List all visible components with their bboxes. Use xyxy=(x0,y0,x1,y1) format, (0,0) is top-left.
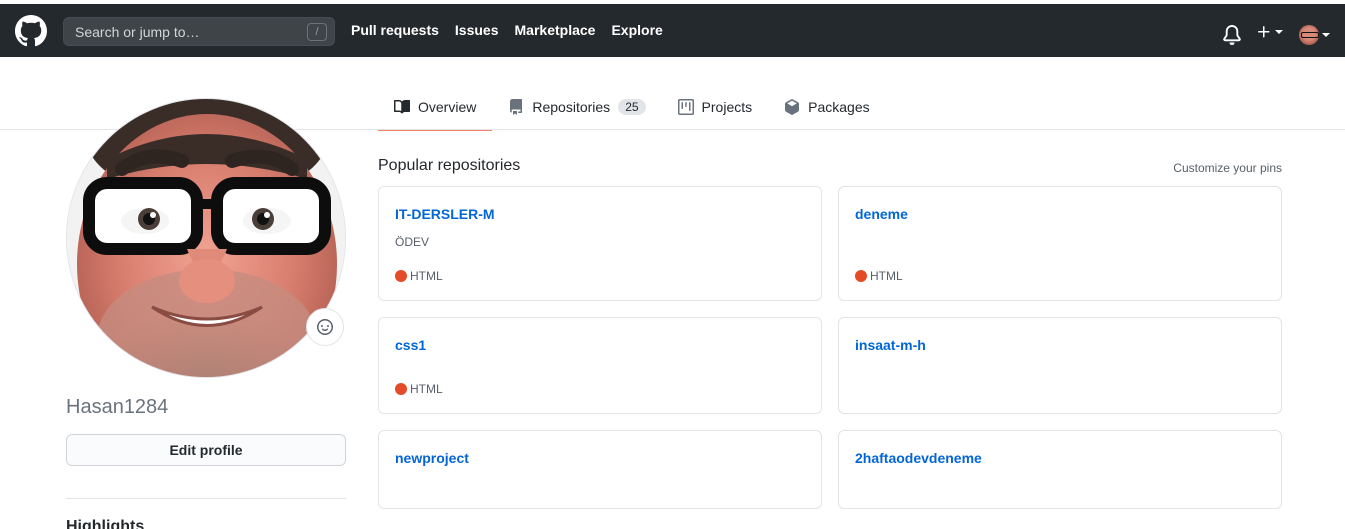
tab-label: Repositories xyxy=(532,99,611,115)
repo-description: ÖDEV xyxy=(395,235,430,249)
create-new-dropdown[interactable] xyxy=(1256,24,1283,40)
project-icon xyxy=(677,99,694,115)
pinned-repo-card: IT-DERSLER-M ÖDEV HTML xyxy=(378,186,822,301)
user-menu-dropdown[interactable] xyxy=(1299,25,1330,45)
tab-label: Projects xyxy=(701,99,753,115)
popular-repositories-title: Popular repositories xyxy=(378,157,521,174)
avatar xyxy=(1299,25,1319,45)
nav-issues[interactable]: Issues xyxy=(455,22,499,38)
tab-projects[interactable]: Projects xyxy=(662,84,769,130)
repo-link[interactable]: deneme xyxy=(855,206,908,222)
language-color-dot xyxy=(395,383,407,395)
edit-profile-button[interactable]: Edit profile xyxy=(66,434,346,466)
global-header: / Pull requests Issues Marketplace Explo… xyxy=(0,4,1345,57)
tab-repositories[interactable]: Repositories 25 xyxy=(492,84,661,130)
repo-link[interactable]: newproject xyxy=(395,450,469,466)
language-color-dot xyxy=(395,270,407,282)
repo-link[interactable]: 2haftaodevdeneme xyxy=(855,450,982,466)
set-status-button[interactable] xyxy=(306,308,344,346)
nav-explore[interactable]: Explore xyxy=(611,22,662,38)
repo-icon xyxy=(510,99,523,115)
book-icon xyxy=(394,99,410,114)
language-label: HTML xyxy=(870,269,903,283)
search-box[interactable]: / xyxy=(63,17,335,46)
profile-username: Hasan1284 xyxy=(66,396,169,418)
repo-link[interactable]: insaat-m-h xyxy=(855,337,926,353)
pinned-repo-card: insaat-m-h xyxy=(838,317,1282,414)
pinned-repo-card: 2haftaodevdeneme xyxy=(838,430,1282,509)
highlights-heading: Highlights xyxy=(66,518,145,529)
search-shortcut-badge: / xyxy=(307,23,327,41)
language-label: HTML xyxy=(410,269,443,283)
repo-language: HTML xyxy=(855,269,903,283)
nav-marketplace[interactable]: Marketplace xyxy=(515,22,596,38)
github-logo-icon[interactable] xyxy=(15,15,47,47)
package-icon xyxy=(785,99,800,115)
chevron-down-icon xyxy=(1322,33,1330,37)
repository-count-badge: 25 xyxy=(618,99,646,115)
profile-avatar[interactable] xyxy=(66,98,346,378)
pinned-repo-card: css1 HTML xyxy=(378,317,822,414)
pinned-repo-card: deneme HTML xyxy=(838,186,1282,301)
sidebar-divider xyxy=(66,498,346,499)
header-nav: Pull requests Issues Marketplace Explore xyxy=(351,22,663,38)
avatar-image xyxy=(67,99,345,377)
pinned-repo-card: newproject xyxy=(378,430,822,509)
language-color-dot xyxy=(855,270,867,282)
profile-tabs: Overview Repositories 25 Projects Packag… xyxy=(378,84,886,131)
notification-bell-icon[interactable] xyxy=(1222,25,1242,45)
smiley-icon xyxy=(317,319,333,335)
customize-pins-link[interactable]: Customize your pins xyxy=(1173,161,1282,175)
chevron-down-icon xyxy=(1275,30,1283,34)
tab-packages[interactable]: Packages xyxy=(768,84,885,130)
language-label: HTML xyxy=(410,382,443,396)
repo-link[interactable]: css1 xyxy=(395,337,426,353)
search-input[interactable] xyxy=(64,18,334,45)
plus-icon xyxy=(1258,26,1270,38)
tab-label: Packages xyxy=(808,99,870,115)
repo-language: HTML xyxy=(395,382,443,396)
repo-link[interactable]: IT-DERSLER-M xyxy=(395,206,495,222)
repo-language: HTML xyxy=(395,269,443,283)
tab-label: Overview xyxy=(418,99,477,115)
tab-overview[interactable]: Overview xyxy=(378,84,493,131)
nav-pull-requests[interactable]: Pull requests xyxy=(351,22,439,38)
